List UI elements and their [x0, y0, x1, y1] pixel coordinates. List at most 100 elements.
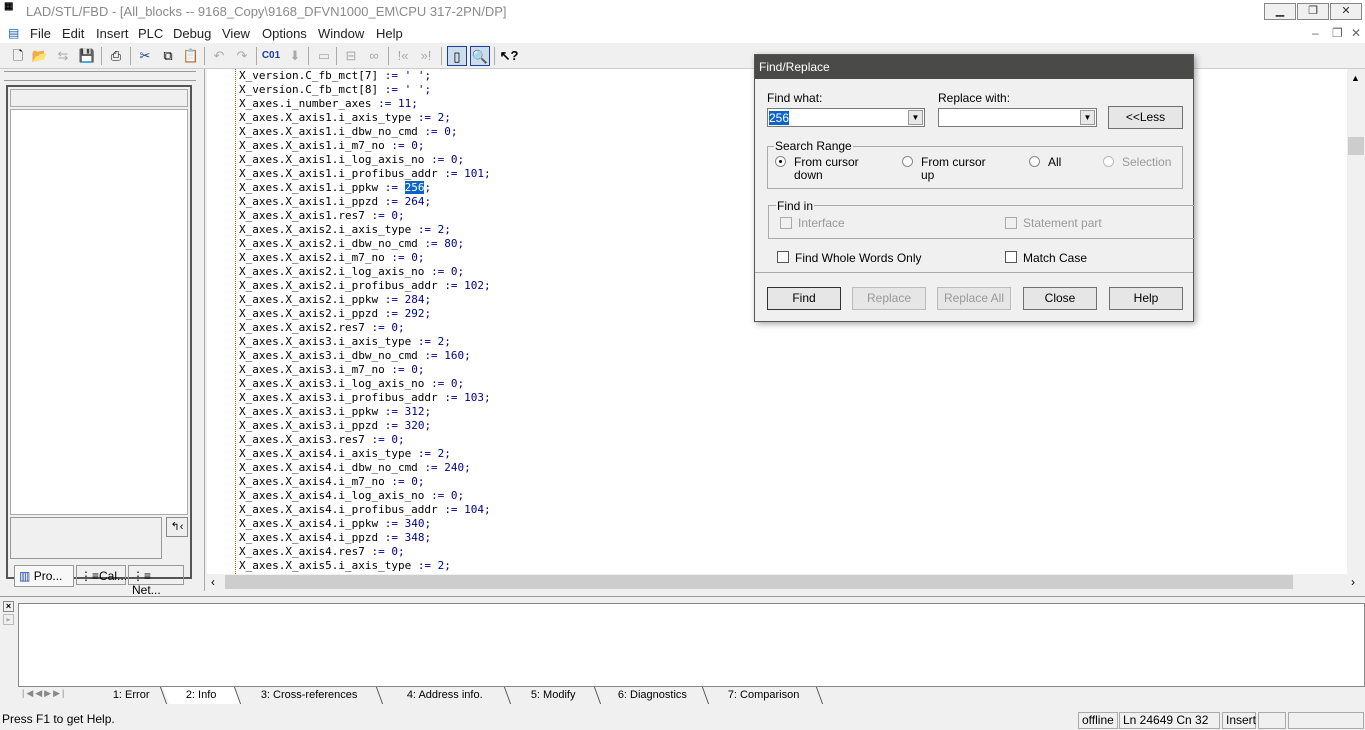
download-icon[interactable]: ⬇ [285, 46, 305, 66]
code-line[interactable]: X_axes.X_axis4.i_profibus_addr := 104; [239, 503, 491, 517]
match-case-label[interactable]: Match Case [1023, 251, 1087, 265]
menu-file[interactable]: File [30, 26, 51, 41]
program-tree[interactable] [10, 109, 188, 515]
close-panel-icon[interactable]: × [3, 601, 14, 612]
context-help-icon[interactable]: ↖? [499, 46, 519, 66]
code-line[interactable]: X_axes.X_axis1.i_profibus_addr := 101; [239, 167, 491, 181]
code-line[interactable]: X_axes.X_axis3.i_log_axis_no := 0; [239, 377, 491, 391]
help-button[interactable]: Help [1109, 287, 1183, 310]
tab-networks[interactable]: ⋮≡ Net... [128, 565, 184, 597]
chevron-down-icon[interactable]: ▼ [908, 110, 923, 125]
find-what-value[interactable]: 256 [769, 111, 790, 125]
find-what-combo[interactable]: 256 ▼ [767, 108, 925, 127]
range-option-label[interactable]: All [1048, 156, 1061, 169]
range-option-label[interactable]: Selection [1122, 156, 1171, 169]
range-radio-1[interactable] [902, 156, 913, 167]
horizontal-scrollbar[interactable]: ‹ › [207, 574, 1365, 591]
open-icon[interactable]: 📂 [30, 46, 50, 66]
overview-toggle-icon[interactable]: ▯ [447, 46, 467, 66]
code-line[interactable]: X_axes.X_axis1.i_m7_no := 0; [239, 139, 491, 153]
code-line[interactable]: X_axes.X_axis3.i_axis_type := 2; [239, 335, 491, 349]
code-line[interactable]: X_axes.X_axis3.i_dbw_no_cmd := 160; [239, 349, 491, 363]
details-toggle-icon[interactable]: 🔍 [470, 46, 490, 66]
code-line[interactable]: X_axes.X_axis4.i_log_axis_no := 0; [239, 489, 491, 503]
menu-edit[interactable]: Edit [62, 26, 84, 41]
menu-window[interactable]: Window [318, 26, 364, 41]
code-line[interactable]: X_axes.X_axis2.i_ppzd := 292; [239, 307, 491, 321]
menu-plc[interactable]: PLC [138, 26, 163, 41]
undo-icon[interactable]: ↶ [209, 46, 229, 66]
code-line[interactable]: X_axes.X_axis1.i_dbw_no_cmd := 0; [239, 125, 491, 139]
menu-options[interactable]: Options [262, 26, 307, 41]
insert-element-button[interactable]: ↰‹ [166, 517, 188, 537]
statement-part-checkbox[interactable] [1005, 217, 1017, 229]
code-line[interactable]: X_axes.X_axis4.i_axis_type := 2; [239, 447, 491, 461]
code-line[interactable]: X_version.C_fb_mct[7] := ' '; [239, 69, 491, 83]
code-line[interactable]: X_axes.X_axis1.i_ppzd := 264; [239, 195, 491, 209]
mdi-restore-icon[interactable]: ❐ [1332, 26, 1343, 40]
code-line[interactable]: X_axes.X_axis3.i_ppkw := 312; [239, 405, 491, 419]
tab-call-structure[interactable]: ⋮≡Cal... [76, 565, 127, 585]
tab-address-info[interactable]: 4: Address info. [378, 687, 512, 704]
code-line[interactable]: X_axes.X_axis2.res7 := 0; [239, 321, 491, 335]
mdi-close-icon[interactable]: ✕ [1351, 26, 1361, 40]
mdi-minimize-icon[interactable]: – [1312, 26, 1319, 40]
code-line[interactable]: X_axes.X_axis3.i_m7_no := 0; [239, 363, 491, 377]
network-icon[interactable]: ⊟ [341, 46, 361, 66]
restore-button[interactable]: ❐ [1297, 3, 1329, 20]
code-line[interactable]: X_axes.X_axis3.i_ppzd := 320; [239, 419, 491, 433]
interface-checkbox[interactable] [780, 217, 792, 229]
scroll-thumb[interactable] [1348, 137, 1364, 155]
replace-with-combo[interactable]: ▼ [938, 108, 1097, 127]
accessible-nodes-icon[interactable]: ⇆ [53, 46, 73, 66]
minimize-button[interactable]: ▁ [1264, 3, 1296, 20]
code-line[interactable]: X_axes.X_axis4.i_ppkw := 340; [239, 517, 491, 531]
replace-button[interactable]: Replace [852, 287, 926, 310]
tab-program-elements[interactable]: ▥ Pro... [14, 565, 74, 587]
code-lines[interactable]: X_version.C_fb_mct[7] := ' '; X_version.C… [239, 69, 491, 573]
tab-error[interactable]: 1: Error [96, 687, 168, 704]
selected-text[interactable]: 256 [404, 181, 425, 194]
tab-cross-references[interactable]: 3: Cross-references [236, 687, 384, 704]
save-icon[interactable]: 💾 [77, 46, 97, 66]
replace-all-button[interactable]: Replace All [937, 287, 1011, 310]
tab-modify[interactable]: 5: Modify [506, 687, 602, 704]
cut-icon[interactable]: ✂ [135, 46, 155, 66]
whole-words-checkbox[interactable] [777, 251, 789, 263]
expand-panel-icon[interactable]: ▸ [3, 614, 14, 625]
copy-icon[interactable]: ⧉ [158, 46, 178, 66]
range-radio-0[interactable] [775, 156, 786, 167]
paste-icon[interactable]: 📋 [181, 46, 201, 66]
code-line[interactable]: X_axes.i_number_axes := 11; [239, 97, 491, 111]
tab-diagnostics[interactable]: 6: Diagnostics [596, 687, 710, 704]
range-option-label[interactable]: From cursor up [921, 156, 986, 182]
new-icon[interactable]: 🗋 [8, 46, 28, 66]
code-line[interactable]: X_axes.X_axis1.res7 := 0; [239, 209, 491, 223]
monitor-icon[interactable]: ▭ [314, 46, 334, 66]
output-area[interactable] [18, 603, 1365, 687]
panel-grip[interactable] [4, 71, 196, 81]
code-line[interactable]: X_axes.X_axis1.i_ppkw := 256; [239, 181, 491, 195]
previous-error-icon[interactable]: !« [393, 46, 413, 66]
range-option-label[interactable]: From cursor down [794, 156, 859, 182]
code-line[interactable]: X_axes.X_axis4.i_dbw_no_cmd := 240; [239, 461, 491, 475]
range-radio-3[interactable] [1103, 156, 1114, 167]
scroll-right-icon[interactable]: › [1351, 575, 1355, 589]
scroll-up-icon[interactable]: ▲ [1351, 73, 1360, 83]
menu-help[interactable]: Help [376, 26, 403, 41]
code-line[interactable]: X_axes.X_axis1.i_axis_type := 2; [239, 111, 491, 125]
code-line[interactable]: X_axes.X_axis2.i_dbw_no_cmd := 80; [239, 237, 491, 251]
code-line[interactable]: X_axes.X_axis3.res7 := 0; [239, 433, 491, 447]
code-line[interactable]: X_axes.X_axis2.i_ppkw := 284; [239, 293, 491, 307]
code-line[interactable]: X_axes.X_axis2.i_log_axis_no := 0; [239, 265, 491, 279]
close-button[interactable]: Close [1023, 287, 1097, 310]
glasses-icon[interactable]: ∞ [364, 46, 384, 66]
scroll-left-icon[interactable]: ‹ [211, 575, 215, 589]
compile-icon[interactable]: C01 [261, 46, 281, 66]
vertical-scrollbar[interactable]: ▲ [1347, 69, 1365, 574]
less-button[interactable]: <<Less [1108, 106, 1183, 129]
code-line[interactable]: X_axes.X_axis4.i_ppzd := 348; [239, 531, 491, 545]
find-button[interactable]: Find [767, 287, 841, 310]
tab-info[interactable]: 2: Info [162, 687, 242, 704]
tab-comparison[interactable]: 7: Comparison [704, 687, 824, 704]
